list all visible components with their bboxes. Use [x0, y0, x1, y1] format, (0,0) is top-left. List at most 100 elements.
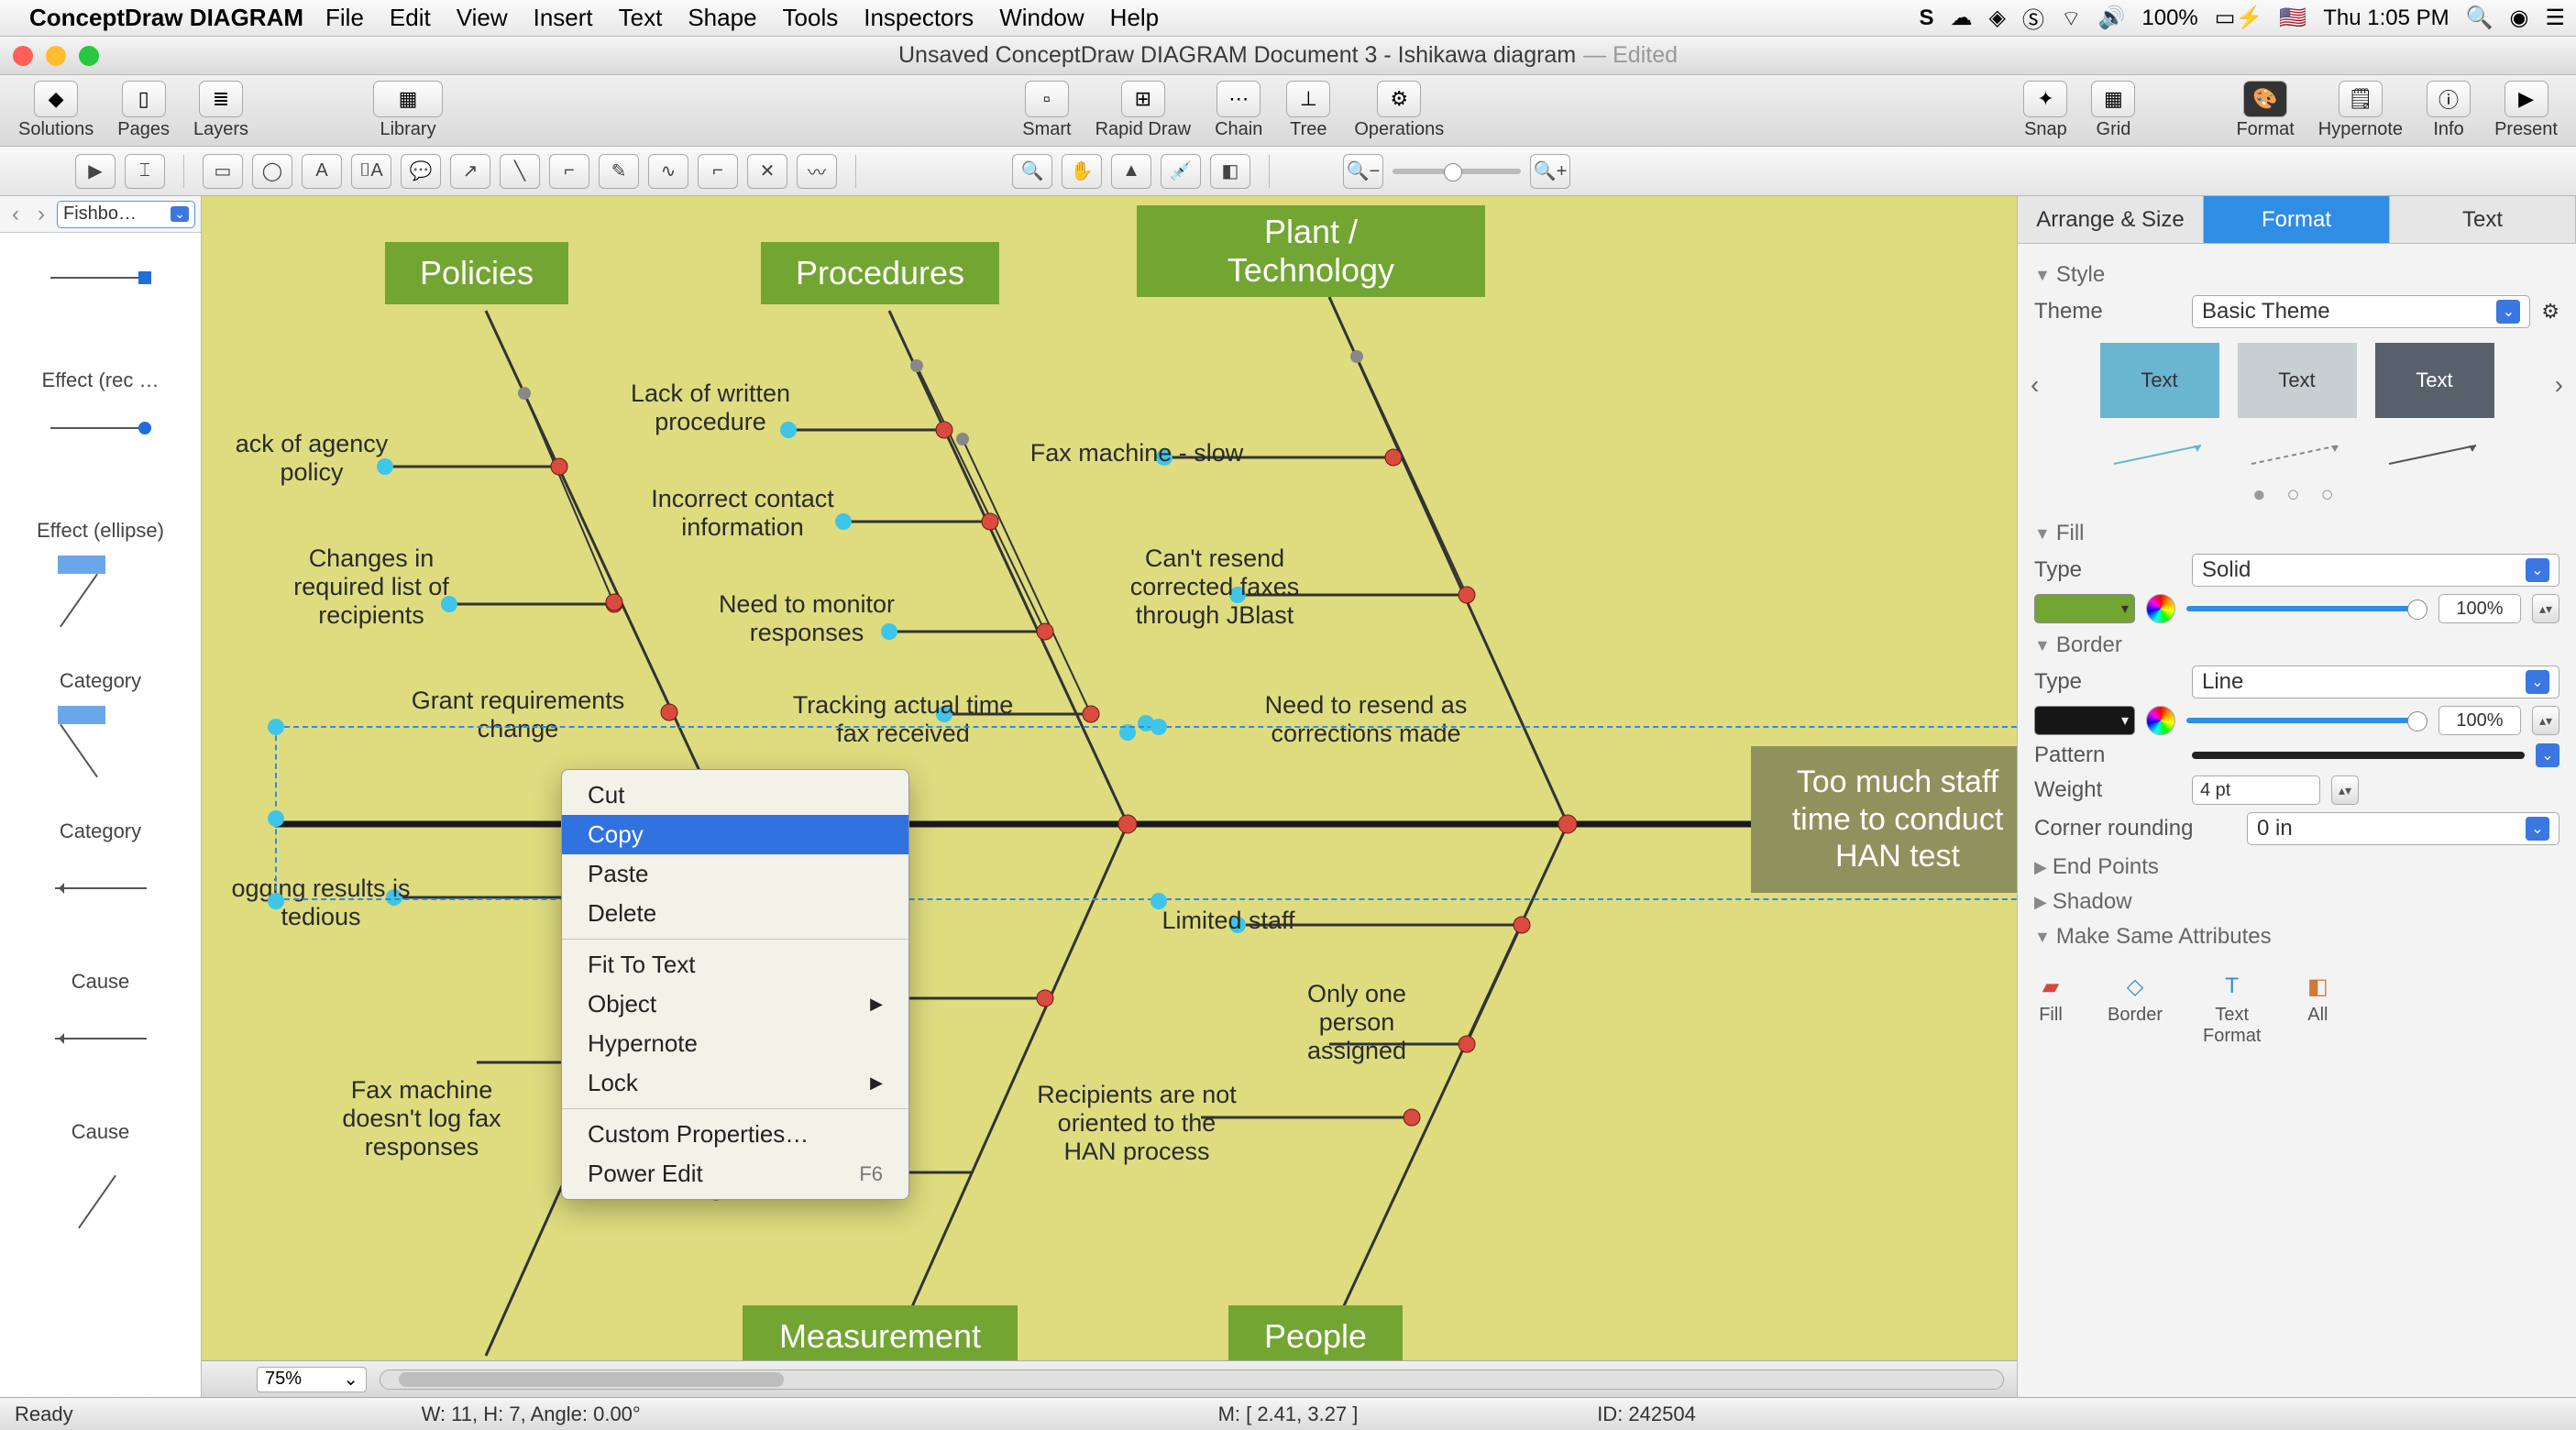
- callout-tool[interactable]: 💬: [401, 154, 441, 189]
- siri-icon[interactable]: ◉: [2510, 5, 2529, 31]
- cause-text[interactable]: Need to monitor responses: [678, 590, 935, 647]
- app-name[interactable]: ConceptDraw DIAGRAM: [29, 4, 303, 32]
- shape-effect-line[interactable]: [9, 249, 192, 332]
- gear-icon[interactable]: ⚙: [2541, 300, 2559, 324]
- selection-handle[interactable]: [1150, 893, 1167, 909]
- ctx-lock[interactable]: Lock▶: [562, 1063, 908, 1103]
- menu-inspectors[interactable]: Inspectors: [864, 4, 974, 32]
- category-measurement[interactable]: Measurement: [743, 1305, 1018, 1368]
- arrow-style-1[interactable]: [2100, 433, 2219, 477]
- ctx-cut[interactable]: Cut: [562, 776, 908, 815]
- text-tool[interactable]: ⌶: [125, 154, 165, 189]
- canvas[interactable]: Policies Procedures Plant / Technology M…: [202, 196, 2017, 1360]
- menu-tools[interactable]: Tools: [783, 4, 839, 32]
- cause-text[interactable]: Can't resend corrected faxes through JBl…: [1082, 544, 1348, 630]
- zoom-in[interactable]: 🔍+: [1530, 154, 1570, 189]
- menu-insert[interactable]: Insert: [534, 4, 593, 32]
- msa-border[interactable]: ◇Border: [2108, 974, 2163, 1047]
- shape-effect-rec[interactable]: Effect (rec …: [9, 368, 192, 482]
- menu-edit[interactable]: Edit: [390, 4, 431, 32]
- selection-handle[interactable]: [268, 810, 284, 827]
- volume-icon[interactable]: 🔊: [2098, 5, 2126, 31]
- selection-handle[interactable]: [1150, 719, 1167, 735]
- shape-effect-ellipse[interactable]: Effect (ellipse): [9, 519, 192, 632]
- swatch-next[interactable]: ›: [2555, 370, 2563, 400]
- flag-icon[interactable]: 🇺🇸: [2279, 5, 2306, 31]
- status-icon-s[interactable]: S: [1919, 6, 1933, 31]
- shape-cause-1[interactable]: Cause: [9, 970, 192, 1084]
- tab-arrange[interactable]: Arrange & Size: [2018, 196, 2204, 243]
- corner-rounding[interactable]: 0 in⌄: [2247, 812, 2559, 845]
- border-pattern[interactable]: [2192, 752, 2525, 759]
- menu-view[interactable]: View: [457, 4, 508, 32]
- minimize-window[interactable]: [46, 46, 66, 66]
- msa-text-format[interactable]: TText Format: [2203, 974, 2261, 1047]
- stamp-tool[interactable]: ▲: [1111, 154, 1151, 189]
- eyedropper-tool[interactable]: 💉: [1161, 154, 1201, 189]
- tab-format[interactable]: Format: [2204, 196, 2390, 243]
- arrow-tool[interactable]: ↗: [450, 154, 490, 189]
- selection-handle[interactable]: [268, 719, 284, 735]
- border-opacity-value[interactable]: 100%: [2438, 706, 2521, 735]
- swatch-pager[interactable]: ● ○ ○: [2034, 482, 2559, 508]
- solutions-button[interactable]: ◆: [34, 81, 78, 117]
- zoom-out[interactable]: 🔍−: [1343, 154, 1383, 189]
- cause-text[interactable]: Fax machine doesn't log fax responses: [293, 1076, 550, 1161]
- bezier-tool[interactable]: ∿: [648, 154, 688, 189]
- info-button[interactable]: ⓘ: [2427, 81, 2471, 117]
- fill-opacity-stepper[interactable]: ▴▾: [2532, 594, 2559, 623]
- pen-tool[interactable]: ✎: [599, 154, 639, 189]
- shape-category-1[interactable]: Category: [9, 669, 192, 783]
- msa-all[interactable]: ◧All: [2301, 974, 2334, 1047]
- rapid-draw-button[interactable]: ⊞: [1121, 81, 1165, 117]
- close-window[interactable]: [13, 46, 33, 66]
- operations-button[interactable]: ⚙: [1377, 81, 1421, 117]
- arrow-style-3[interactable]: [2375, 433, 2494, 477]
- selection-handle[interactable]: [268, 893, 284, 909]
- rect-tool[interactable]: ▭: [203, 154, 243, 189]
- tab-text[interactable]: Text: [2390, 196, 2576, 243]
- snap-button[interactable]: ✦: [2023, 81, 2067, 117]
- theme-select[interactable]: Basic Theme⌄: [2192, 295, 2530, 328]
- border-weight-stepper[interactable]: ▴▾: [2331, 776, 2359, 805]
- category-policies[interactable]: Policies: [385, 242, 568, 304]
- arrow-style-2[interactable]: [2238, 433, 2357, 477]
- fill-opacity-value[interactable]: 100%: [2438, 594, 2521, 623]
- fill-color[interactable]: ▾: [2034, 594, 2135, 623]
- zoom-select[interactable]: 75%⌄: [257, 1367, 367, 1392]
- smart-button[interactable]: ▫: [1025, 81, 1069, 117]
- fill-opacity-slider[interactable]: [2186, 606, 2427, 611]
- border-color[interactable]: ▾: [2034, 706, 2135, 735]
- msa-fill[interactable]: ▰Fill: [2034, 974, 2067, 1047]
- zoom-window[interactable]: [79, 46, 99, 66]
- ctx-power-edit[interactable]: Power EditF6: [562, 1154, 908, 1194]
- spotlight-icon[interactable]: 🔍: [2466, 5, 2493, 31]
- menu-help[interactable]: Help: [1110, 4, 1159, 32]
- fill-color-picker[interactable]: [2146, 594, 2175, 623]
- battery-icon[interactable]: ▭⚡: [2215, 5, 2263, 31]
- shape-category-2[interactable]: Category: [9, 820, 192, 933]
- hamburger-icon[interactable]: ☰: [2545, 5, 2565, 31]
- clock[interactable]: Thu 1:05 PM: [2323, 6, 2449, 31]
- cause-text[interactable]: Recipients are not oriented to the HAN p…: [999, 1081, 1274, 1166]
- category-plant[interactable]: Plant / Technology: [1137, 205, 1485, 297]
- skype-icon[interactable]: Ⓢ: [2022, 2, 2044, 34]
- cause-text[interactable]: Changes in required list of recipients: [257, 544, 486, 630]
- ctx-hypernote[interactable]: Hypernote: [562, 1024, 908, 1063]
- pages-button[interactable]: ▯: [122, 81, 166, 117]
- spline-tool[interactable]: 〰: [797, 154, 837, 189]
- library-button[interactable]: ▦: [373, 81, 443, 117]
- chain-button[interactable]: ⋯: [1216, 81, 1260, 117]
- border-type-select[interactable]: Line⌄: [2192, 666, 2559, 698]
- ellipse-tool[interactable]: ◯: [252, 154, 292, 189]
- grid-button[interactable]: ▦: [2091, 81, 2135, 117]
- theme-swatch-1[interactable]: Text: [2100, 343, 2219, 418]
- curve-tool[interactable]: ⌐: [549, 154, 589, 189]
- connector-tool[interactable]: ⌐: [698, 154, 738, 189]
- cloud-icon[interactable]: ☁: [1950, 5, 1972, 31]
- line-tool[interactable]: ╲: [500, 154, 540, 189]
- cause-text[interactable]: ack of agency policy: [211, 430, 413, 487]
- diamond-icon[interactable]: ◈: [1988, 5, 2005, 31]
- border-pattern-dd[interactable]: ⌄: [2536, 743, 2559, 767]
- ctx-copy[interactable]: Copy: [562, 815, 908, 854]
